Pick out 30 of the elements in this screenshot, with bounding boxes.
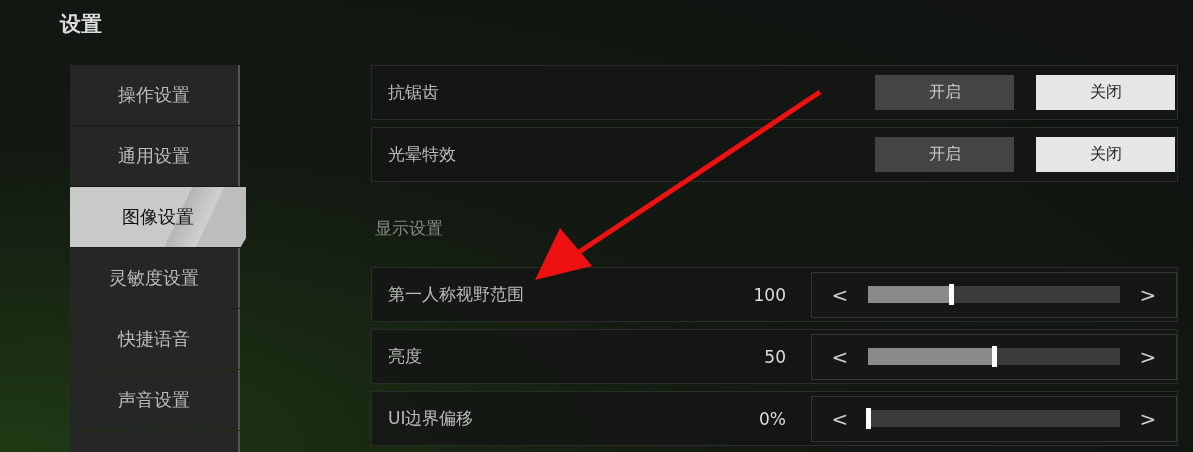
sidebar-tab[interactable]: 灵敏度设置	[70, 248, 240, 308]
sidebar-tab[interactable]: 图像设置	[70, 187, 246, 247]
increase-button[interactable]: >	[1120, 282, 1176, 307]
setting-label: 抗锯齿	[388, 81, 440, 104]
option-button[interactable]: 开启	[875, 75, 1014, 110]
setting-value: 100	[752, 284, 786, 305]
slider-thumb[interactable]	[992, 346, 997, 367]
decrease-button[interactable]: <	[812, 282, 868, 307]
slider-thumb[interactable]	[866, 408, 871, 429]
decrease-button[interactable]: <	[812, 344, 868, 369]
option-button[interactable]: 关闭	[1036, 75, 1175, 110]
page-title: 设置	[60, 11, 102, 38]
sidebar-tab[interactable]: 声音设置	[70, 370, 240, 430]
section-heading: 显示设置	[374, 216, 444, 240]
decrease-button[interactable]: <	[812, 406, 868, 431]
sidebar-tab[interactable]: 通用设置	[70, 126, 240, 186]
option-button[interactable]: 关闭	[1036, 137, 1175, 172]
setting-value: 0%	[758, 408, 786, 429]
setting-label: 光晕特效	[388, 143, 457, 166]
setting-label: 亮度	[388, 345, 423, 368]
slider-thumb[interactable]	[949, 284, 955, 305]
sidebar-tab[interactable]	[70, 431, 240, 452]
sidebar-tab[interactable]: 快捷语音	[70, 309, 240, 369]
sidebar-tab[interactable]: 操作设置	[70, 65, 240, 125]
setting-value: 50	[763, 346, 786, 367]
setting-label: 第一人称视野范围	[388, 283, 525, 306]
option-button[interactable]: 开启	[875, 137, 1014, 172]
increase-button[interactable]: >	[1120, 406, 1176, 431]
increase-button[interactable]: >	[1120, 344, 1176, 369]
setting-label: UI边界偏移	[388, 407, 475, 430]
